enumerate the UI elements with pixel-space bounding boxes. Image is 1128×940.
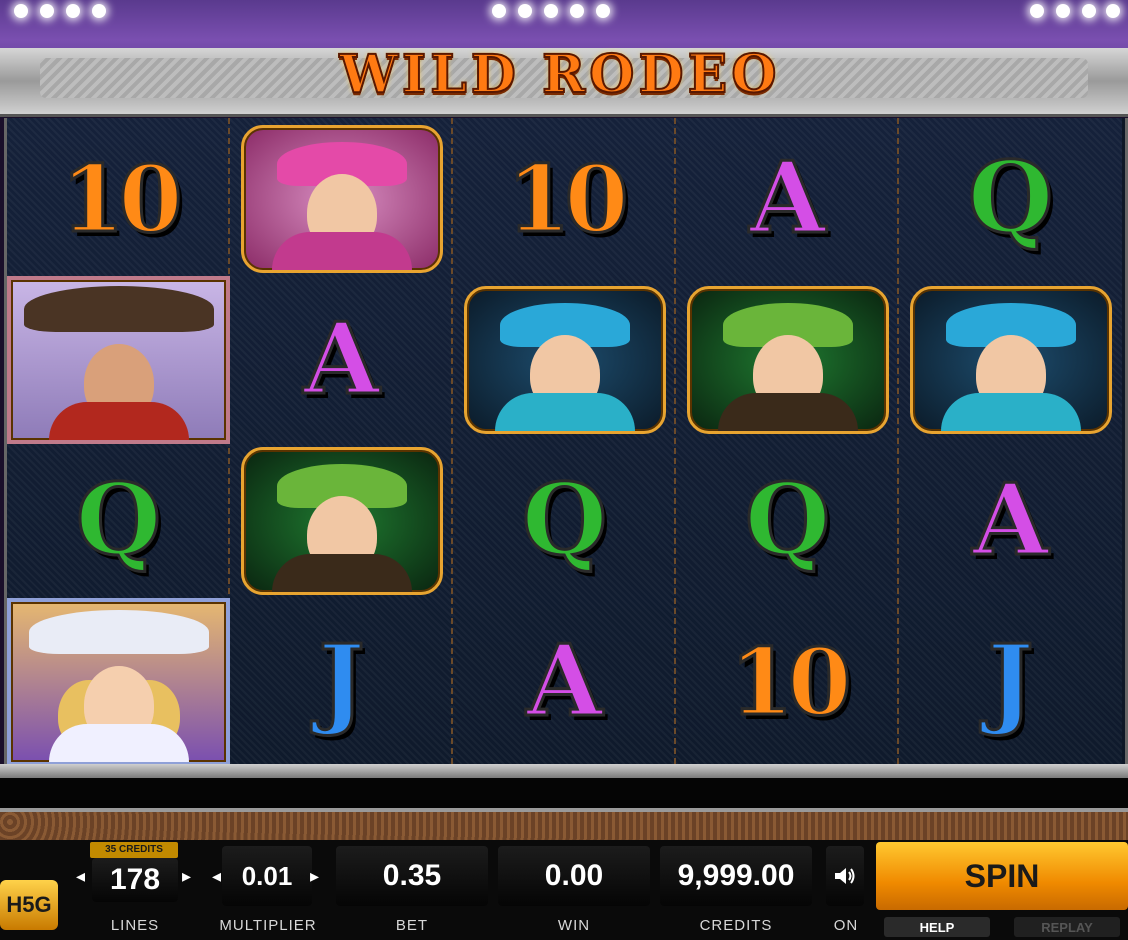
- lines-value: 178: [92, 858, 178, 902]
- lines-increase-button[interactable]: ▸: [182, 866, 191, 887]
- lines-decrease-button[interactable]: ◂: [76, 866, 85, 887]
- green-cowgirl-portrait-symbol: [240, 446, 443, 595]
- symbol-q: Q: [743, 462, 831, 578]
- message-bar: [0, 778, 1128, 812]
- symbol-a: A: [748, 140, 827, 256]
- sound-toggle-button[interactable]: [826, 846, 864, 906]
- man-cowboy-portrait-symbol: [7, 275, 230, 444]
- credits-label: CREDITS: [699, 917, 773, 934]
- lines-credits-badge: 35 CREDITS: [90, 842, 178, 858]
- reel-2: A J: [230, 118, 453, 764]
- spin-button[interactable]: SPIN: [876, 842, 1128, 910]
- stadium-light: [544, 4, 558, 18]
- shirt-icon: [48, 401, 189, 440]
- green-cowgirl-portrait-symbol: [686, 285, 889, 434]
- symbol-10: 10: [728, 627, 853, 736]
- reel-cell: [230, 118, 453, 279]
- reel-cell: A: [899, 440, 1122, 601]
- win-value: 0.00: [498, 846, 650, 906]
- symbol-j: J: [986, 623, 1035, 739]
- replay-button[interactable]: REPLAY: [1014, 917, 1120, 937]
- reel-cell: Q: [676, 440, 899, 601]
- symbol-10: 10: [59, 144, 184, 253]
- reel-cell: 10: [453, 118, 676, 279]
- bet-label: BET: [395, 917, 429, 934]
- scarf-icon: [494, 392, 635, 431]
- blue-cowgirl-portrait-symbol: [463, 285, 666, 434]
- speaker-icon: [835, 868, 855, 884]
- stadium-light: [14, 4, 28, 18]
- symbol-j: J: [317, 623, 366, 739]
- reel-cell: [453, 279, 676, 440]
- bet-value: 0.35: [336, 846, 488, 906]
- reel-cell: 10: [7, 118, 230, 279]
- reel-1: 10 Q: [7, 118, 230, 766]
- multiplier-label: MULTIPLIER: [219, 917, 317, 934]
- help-button[interactable]: HELP: [884, 917, 990, 937]
- stadium-light: [1056, 4, 1070, 18]
- stadium-light: [596, 4, 610, 18]
- reel-cell: J: [899, 601, 1122, 762]
- stadium-light: [66, 4, 80, 18]
- scarf-icon: [940, 392, 1081, 431]
- reel-cell: A: [453, 601, 676, 762]
- reel-cell: [676, 279, 899, 440]
- stadium-light: [570, 4, 584, 18]
- symbol-a: A: [971, 462, 1050, 578]
- stadium-light: [1106, 4, 1120, 18]
- stadium-light: [1030, 4, 1044, 18]
- reel-frame-bottom: [0, 764, 1128, 778]
- provider-logo: H5G: [0, 880, 58, 930]
- reel-cell: A: [676, 118, 899, 279]
- symbol-q: Q: [966, 140, 1054, 256]
- blonde-cowgirl-portrait-symbol: [7, 597, 230, 766]
- stadium-light: [40, 4, 54, 18]
- symbol-q: Q: [74, 462, 162, 578]
- reel-cell: A: [230, 279, 453, 440]
- reel-cell: Q: [7, 440, 230, 601]
- reel-area: 10 Q A J 10 Q A A Q 10 Q A J: [4, 118, 1128, 766]
- game-title: WILD RODEO: [338, 43, 781, 106]
- reel-cell: [230, 440, 453, 601]
- stadium-light: [518, 4, 532, 18]
- reel-5: Q A J: [899, 118, 1122, 764]
- lines-label: LINES: [110, 917, 160, 934]
- stadium-light: [92, 4, 106, 18]
- symbol-a: A: [525, 623, 604, 739]
- reel-cell: Q: [899, 118, 1122, 279]
- reel-cell: [7, 597, 230, 766]
- reel-cell: Q: [453, 440, 676, 601]
- reel-cell: [899, 279, 1122, 440]
- shirt-icon: [271, 553, 412, 592]
- sound-label: ON: [833, 917, 859, 934]
- multiplier-increase-button[interactable]: ▸: [310, 866, 319, 887]
- symbol-10: 10: [505, 144, 630, 253]
- white-hat-icon: [28, 609, 209, 654]
- symbol-q: Q: [520, 462, 608, 578]
- shirt-icon: [48, 723, 189, 762]
- multiplier-decrease-button[interactable]: ◂: [212, 866, 221, 887]
- symbol-a: A: [302, 301, 381, 417]
- cowboy-hat-icon: [23, 285, 214, 332]
- shirt-icon: [271, 231, 412, 270]
- reel-cell: 10: [676, 601, 899, 762]
- blue-cowgirl-portrait-symbol: [909, 285, 1112, 434]
- multiplier-value: 0.01: [222, 846, 312, 906]
- stadium-light: [492, 4, 506, 18]
- reel-cell: J: [230, 601, 453, 762]
- reel-3: 10 Q A: [453, 118, 676, 764]
- stadium-light: [1082, 4, 1096, 18]
- pink-cowgirl-portrait-symbol: [240, 124, 443, 273]
- reel-4: A Q 10: [676, 118, 899, 764]
- win-label: WIN: [557, 917, 591, 934]
- credits-value: 9,999.00: [660, 846, 812, 906]
- shirt-icon: [717, 392, 858, 431]
- reel-cell: [7, 275, 230, 444]
